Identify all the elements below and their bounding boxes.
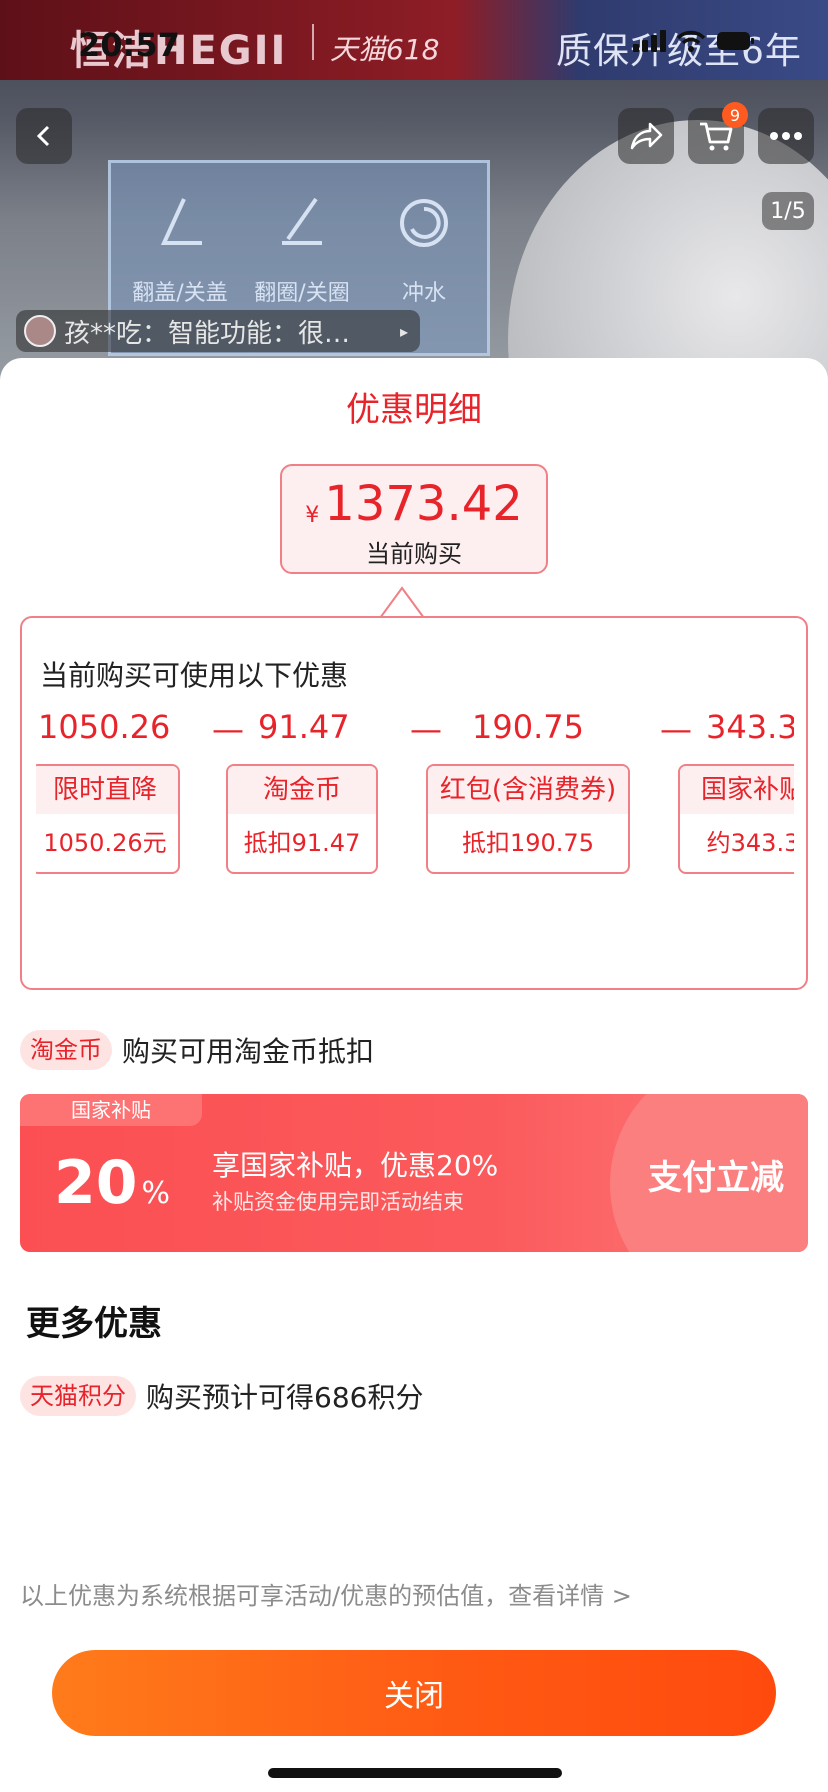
subsidy-tag: 国家补贴 bbox=[20, 1094, 202, 1126]
panel-label-seat: 翻圈/关圈 bbox=[254, 281, 350, 306]
more-offers-title: 更多优惠 bbox=[26, 1304, 162, 1344]
subsidy-cta: 支付立减 bbox=[648, 1158, 784, 1198]
deal-card-flash-sale[interactable]: 限时直降 1050.26元 bbox=[36, 764, 180, 874]
subsidy-note: 补贴资金使用完即活动结束 bbox=[212, 1190, 464, 1214]
status-time: 20:57 bbox=[78, 26, 180, 64]
discount-breakdown-box: 当前购买可使用以下优惠 1050.26 — 91.47 — 190.75 — 3… bbox=[20, 616, 808, 990]
caret-right-icon: ▸ bbox=[399, 321, 408, 341]
close-button[interactable]: 关闭 bbox=[52, 1650, 776, 1736]
current-price: 1373.42 bbox=[324, 476, 523, 532]
deal-card-national-subsidy[interactable]: 国家补贴 约343.3 bbox=[678, 764, 794, 874]
deal-amount: 91.47 bbox=[258, 708, 350, 746]
share-button[interactable] bbox=[618, 108, 674, 164]
national-subsidy-card[interactable]: 国家补贴 20% 享国家补贴，优惠20% 补贴资金使用完即活动结束 支付立减 bbox=[20, 1094, 808, 1252]
deal-name: 限时直降 bbox=[36, 766, 178, 814]
chevron-left-icon bbox=[36, 125, 50, 147]
discount-detail-sheet: 优惠明细 ¥ 1373.42 当前购买 当前购买可使用以下优惠 1050.26 … bbox=[0, 358, 828, 1792]
deal-amount: 343.3 bbox=[706, 708, 794, 746]
currency-symbol: ¥ bbox=[305, 503, 320, 528]
deal-name: 红包(含消费券) bbox=[428, 766, 628, 814]
back-button[interactable] bbox=[16, 108, 72, 164]
deal-strip[interactable]: 1050.26 — 91.47 — 190.75 — 343.3 限时直降 10… bbox=[36, 708, 794, 878]
subsidy-percent: 20% bbox=[54, 1148, 170, 1218]
panel-seat-item: 翻圈/关圈 bbox=[247, 193, 357, 307]
banner-divider bbox=[312, 24, 314, 60]
panel-lid-item: 翻盖/关盖 bbox=[125, 193, 235, 307]
lid-icon bbox=[160, 198, 202, 245]
minus-sign: — bbox=[660, 710, 692, 748]
current-price-box: ¥ 1373.42 当前购买 bbox=[280, 464, 548, 574]
deal-card-taojinbi[interactable]: 淘金币 抵扣91.47 bbox=[226, 764, 378, 874]
image-page-indicator: 1/5 bbox=[762, 192, 814, 230]
wifi-icon bbox=[676, 30, 706, 52]
taojinbi-tag: 淘金币 bbox=[20, 1030, 112, 1070]
product-image-area: 翻盖/关盖 翻圈/关圈 冲水 恒洁HEGII 天猫618 质保升级至6年 20:… bbox=[0, 0, 828, 400]
more-dots-icon bbox=[770, 132, 802, 140]
panel-label-flush: 冲水 bbox=[401, 281, 446, 306]
share-icon bbox=[630, 122, 663, 150]
taojinbi-row: 淘金币 购买可用淘金币抵扣 bbox=[20, 1030, 374, 1070]
deal-desc: 约343.3 bbox=[706, 829, 794, 857]
tmall-points-text: 购买预计可得686积分 bbox=[146, 1381, 424, 1414]
review-ticker[interactable]: 孩**吃：智能功能：很… ▸ bbox=[16, 310, 420, 352]
battery-icon bbox=[716, 30, 756, 52]
subsidy-percent-value: 20 bbox=[54, 1148, 138, 1218]
deal-name: 淘金币 bbox=[228, 766, 376, 814]
deal-card-red-packet[interactable]: 红包(含消费券) 抵扣190.75 bbox=[426, 764, 630, 874]
tmall-points-tag: 天猫积分 bbox=[20, 1376, 136, 1416]
seat-icon bbox=[282, 197, 322, 245]
tmall-points-row: 天猫积分 购买预计可得686积分 bbox=[20, 1376, 423, 1416]
percent-sign: % bbox=[141, 1176, 171, 1211]
sheet-title: 优惠明细 bbox=[346, 390, 482, 430]
cart-button[interactable]: 9 bbox=[688, 102, 748, 164]
review-snippet: 孩**吃：智能功能：很… bbox=[64, 318, 351, 349]
panel-flush-item: 冲水 bbox=[369, 193, 479, 307]
minus-sign: — bbox=[410, 710, 442, 748]
estimate-footnote-link[interactable]: 以上优惠为系统根据可享活动/优惠的预估值，查看详情 > bbox=[20, 1576, 632, 1611]
flush-icon bbox=[400, 199, 448, 247]
deal-desc: 抵扣190.75 bbox=[462, 829, 594, 857]
deal-amount: 1050.26 bbox=[38, 708, 171, 746]
reviewer-avatar bbox=[24, 315, 56, 347]
signal-icon bbox=[633, 30, 666, 52]
taojinbi-text: 购买可用淘金币抵扣 bbox=[122, 1035, 375, 1068]
deal-name: 国家补贴 bbox=[680, 766, 794, 814]
panel-label-lid: 翻盖/关盖 bbox=[132, 281, 228, 306]
deal-amount: 190.75 bbox=[472, 708, 584, 746]
platform-logo: 天猫618 bbox=[330, 33, 440, 66]
status-icons bbox=[633, 30, 756, 52]
home-indicator bbox=[268, 1768, 562, 1778]
current-price-label: 当前购买 bbox=[366, 540, 462, 568]
minus-sign: — bbox=[212, 710, 244, 748]
subsidy-headline: 享国家补贴，优惠20% bbox=[212, 1149, 499, 1182]
cart-count-badge: 9 bbox=[722, 102, 748, 128]
more-options-button[interactable] bbox=[758, 108, 814, 164]
breakdown-title: 当前购买可使用以下优惠 bbox=[40, 659, 349, 692]
deal-desc: 1050.26元 bbox=[43, 829, 167, 857]
deal-desc: 抵扣91.47 bbox=[243, 829, 361, 857]
